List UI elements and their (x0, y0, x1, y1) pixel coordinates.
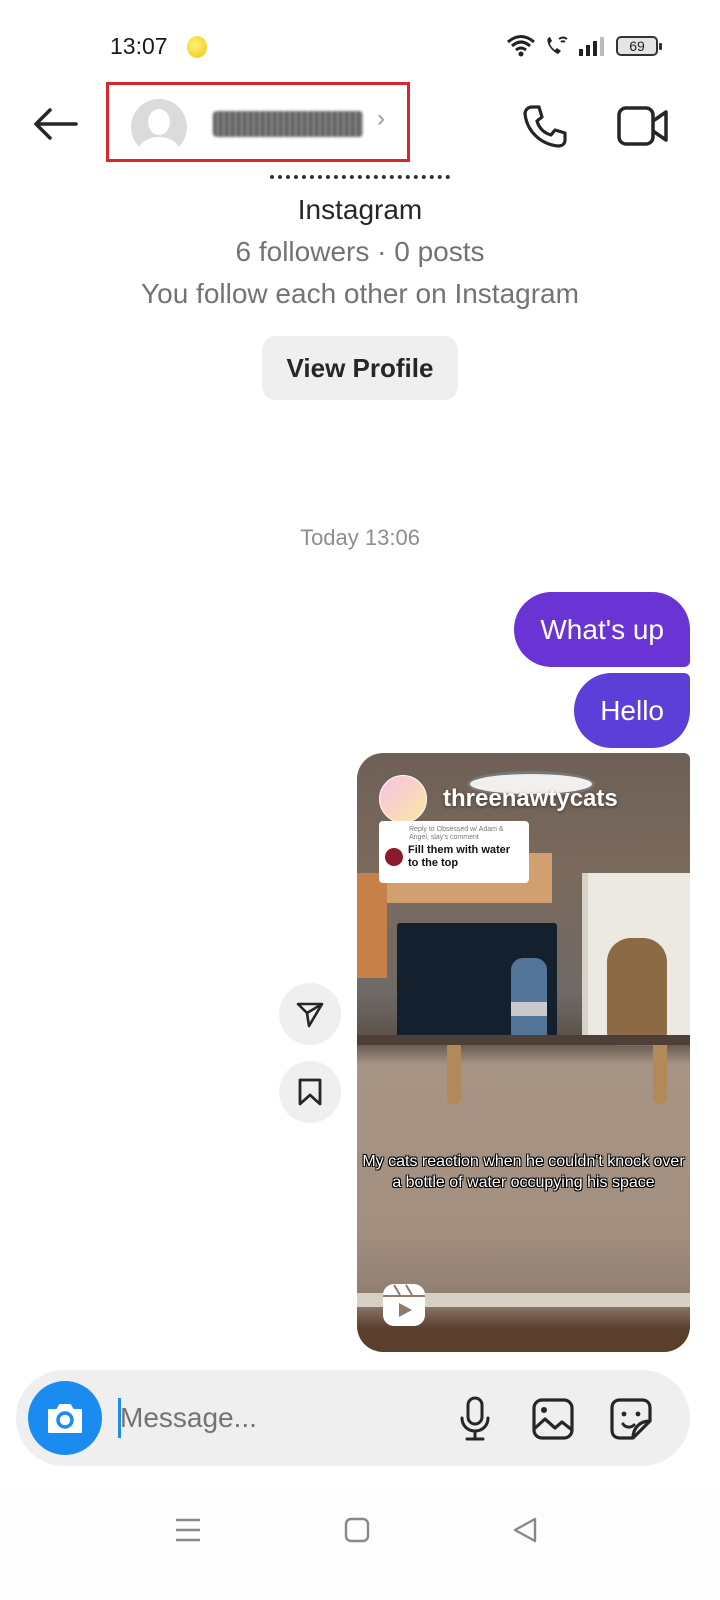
video-call-button[interactable] (615, 102, 671, 150)
conversation-profile-link[interactable]: › (106, 82, 410, 162)
reply-text: Fill them with water to the top (408, 844, 511, 869)
reel-scene-shelf (357, 1035, 690, 1045)
avatar (131, 99, 187, 155)
arrow-left-icon (34, 108, 78, 140)
shared-reel-message[interactable]: threenawtycats Reply to Obsessed w/ Adam… (357, 753, 690, 1352)
message-input[interactable] (120, 1390, 440, 1446)
battery-icon: 69 (616, 36, 662, 56)
avatar-placeholder-body (138, 137, 180, 155)
sticker-icon (610, 1398, 652, 1440)
profile-name-cutoff (0, 168, 720, 182)
profile-platform: Instagram (297, 194, 423, 225)
reel-scene-bracket (447, 1045, 461, 1105)
system-navigation-bar (0, 1490, 720, 1600)
reply-avatar (385, 848, 403, 866)
avatar-placeholder-icon (148, 109, 170, 135)
menu-icon (176, 1518, 200, 1542)
conversation-timestamp: Today 13:06 (300, 525, 420, 550)
reel-account-username: threenawtycats (443, 785, 618, 812)
message-composer (16, 1370, 690, 1466)
audio-call-button[interactable] (518, 102, 570, 150)
status-time: 13:07 (110, 33, 168, 59)
gallery-icon (532, 1398, 574, 1440)
reel-account[interactable]: threenawtycats (379, 775, 618, 823)
wifi-icon (507, 35, 535, 57)
reel-scene-bracket (653, 1045, 667, 1105)
reel-caption: My cats reaction when he couldn't knock … (362, 1153, 685, 1191)
camera-icon (48, 1404, 82, 1433)
voice-message-button[interactable] (450, 1394, 500, 1444)
camera-button[interactable] (28, 1381, 102, 1455)
home-button[interactable] (327, 1510, 387, 1550)
sticker-button[interactable] (606, 1394, 656, 1444)
reel-scene-cat (607, 938, 667, 1046)
phone-icon (523, 105, 567, 148)
reel-scene-water-bottle (511, 958, 547, 1044)
share-button[interactable] (279, 983, 341, 1045)
chat-header: › (0, 80, 720, 170)
profile-summary: Instagram 6 followers · 0 posts You foll… (0, 168, 720, 400)
bookmark-icon (298, 1078, 322, 1106)
reel-scene-cabinet (357, 873, 387, 978)
home-square-icon (344, 1517, 370, 1543)
wifi-calling-icon (547, 36, 568, 54)
username-redacted (213, 111, 363, 137)
system-back-button[interactable] (495, 1510, 555, 1550)
message-bubble[interactable]: Hello (574, 673, 690, 748)
share-icon (296, 1002, 324, 1028)
back-triangle-icon (513, 1517, 537, 1543)
video-camera-icon (617, 106, 668, 146)
reel-reply-sticker: Reply to Obsessed w/ Adam & Angel, slay'… (379, 821, 529, 883)
status-icons: 69 (506, 34, 662, 58)
profile-stats: 6 followers · 0 posts (235, 236, 485, 267)
recent-apps-button[interactable] (158, 1510, 218, 1550)
status-bar: 13:07 69 (0, 0, 720, 80)
message-bubble[interactable]: What's up (514, 592, 690, 667)
signal-icon (579, 37, 604, 56)
reel-account-avatar (379, 775, 427, 823)
mutual-follow-text: You follow each other on Instagram (141, 278, 579, 309)
reply-caption: Reply to Obsessed w/ Adam & Angel, slay'… (409, 826, 504, 841)
reply-row: Fill them with water to the top (385, 844, 523, 870)
gallery-button[interactable] (528, 1394, 578, 1444)
microphone-icon (460, 1396, 490, 1441)
save-button[interactable] (279, 1061, 341, 1123)
back-button[interactable] (30, 102, 80, 146)
reels-icon (383, 1284, 425, 1326)
notification-emoji-icon (187, 36, 207, 58)
view-profile-button[interactable]: View Profile (262, 336, 458, 400)
chevron-right-icon: › (377, 105, 385, 132)
